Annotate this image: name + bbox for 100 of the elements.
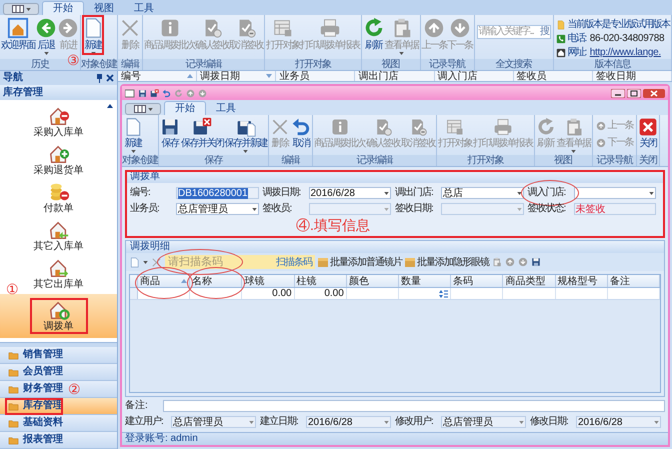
column-header[interactable]: 调拨日期 — [197, 71, 276, 81]
house-icon — [48, 143, 70, 165]
ribbon-group-label: 对象创建 — [122, 155, 158, 166]
nav-item[interactable]: 其它入库单 — [20, 218, 98, 254]
ribbon-button[interactable]: 关闭 — [638, 115, 658, 149]
minimize-icon[interactable] — [611, 88, 625, 98]
ribbon-button[interactable]: 欢迎界面 — [1, 15, 35, 51]
ribbon-button[interactable]: 保存 — [160, 115, 180, 149]
ribbon-tab[interactable]: 工具 — [124, 1, 164, 15]
ribbon-group-label: 记录导航 — [592, 155, 636, 166]
remark-field[interactable] — [163, 400, 665, 412]
close-icon[interactable] — [106, 74, 114, 82]
column-header[interactable]: 颜色 — [346, 275, 400, 287]
nav-item[interactable]: 其它出库单 — [20, 256, 98, 292]
dropdown-field[interactable]: 总店管理员 — [441, 416, 526, 428]
ribbon-button[interactable]: 保存并关闭 — [181, 115, 224, 149]
nav-category[interactable]: 基础资料 — [0, 415, 117, 432]
section-header: 库存管理 — [0, 85, 117, 100]
app-menu-button[interactable] — [125, 103, 161, 115]
cross-icon — [151, 256, 162, 268]
ribbon-button[interactable]: 新建 — [123, 115, 143, 153]
scan-button[interactable]: 扫描条码 — [276, 256, 312, 268]
spinner-icon[interactable] — [439, 290, 448, 298]
refresh-icon — [536, 117, 556, 137]
caret-icon — [90, 52, 96, 55]
nav-category[interactable]: 会员管理 — [0, 364, 117, 381]
search-button[interactable]: 搜 — [540, 26, 550, 38]
printer-icon — [318, 17, 341, 39]
ribbon-tab[interactable]: 开始 — [42, 1, 84, 15]
down-arrow-icon — [518, 257, 528, 267]
ribbon-button[interactable]: 刷新 — [362, 15, 384, 51]
refresh-icon — [362, 17, 384, 39]
ribbon-tab[interactable]: 开始 — [164, 101, 206, 115]
dropdown-field[interactable] — [308, 203, 391, 215]
dropdown-field[interactable]: 总店管理员 — [176, 203, 258, 215]
barcode-field[interactable]: 请扫描条码 扫描条码 — [165, 255, 315, 269]
column-header[interactable]: 签收日期 — [592, 71, 672, 81]
ribbon-button[interactable]: 后退 — [35, 15, 57, 55]
dropdown-field[interactable]: 2016/6/28 — [576, 416, 661, 428]
column-header[interactable]: 柱镜 — [294, 275, 347, 287]
dropdown-field[interactable]: 2016/6/28 — [306, 416, 391, 428]
field-label: 修改用户: — [395, 416, 434, 428]
refresh-icon — [174, 88, 183, 98]
dropdown-field[interactable] — [441, 203, 524, 215]
column-header[interactable]: 备注 — [608, 275, 660, 287]
field-label: 调拨日期: — [262, 187, 300, 198]
down-arrow-icon — [596, 138, 606, 148]
highlight-frame — [30, 298, 88, 334]
caret-icon — [249, 420, 254, 424]
caret-icon — [26, 8, 30, 10]
info-text: 86-020-34809788 — [590, 32, 664, 44]
column-header[interactable]: 球镜 — [242, 275, 295, 287]
toolbar-button[interactable]: 批量添加普通镜片 — [318, 256, 402, 268]
close-icon[interactable] — [643, 88, 665, 98]
ribbon-tab[interactable]: 视图 — [84, 1, 124, 15]
column-header[interactable]: 调出门店 — [355, 71, 435, 81]
nav-category[interactable]: 销售管理 — [0, 347, 117, 364]
pin-icon[interactable] — [96, 74, 103, 82]
nav-category[interactable]: 报表管理 — [0, 432, 117, 449]
column-header[interactable]: 业务员 — [276, 71, 356, 81]
column-header[interactable]: 编号 — [118, 71, 198, 81]
column-header[interactable]: 商品类型 — [503, 275, 556, 287]
column-header[interactable]: 规格型号 — [556, 275, 608, 287]
column-header[interactable]: 签收员 — [514, 71, 593, 81]
house-icon — [48, 257, 70, 279]
column-header[interactable]: 商品 — [138, 275, 190, 287]
field-label: 签收员: — [262, 203, 292, 214]
ribbon-button[interactable]: 保存并新建 — [224, 115, 267, 153]
nav-item[interactable]: 付款单 — [30, 180, 88, 216]
phone-icon — [556, 34, 566, 44]
folder-icon — [8, 418, 19, 428]
website-link[interactable]: http://www.lange. — [590, 46, 661, 58]
column-header[interactable]: 数量 — [399, 275, 452, 287]
nav-item[interactable]: 采购退货单 — [20, 142, 98, 178]
ribbon-group-label: 打开对象 — [437, 155, 534, 166]
section-header: 调拨明细 — [126, 241, 664, 253]
column-header[interactable]: 调入门店 — [434, 71, 514, 81]
dropdown-field[interactable]: 2016/6/28 — [308, 187, 391, 199]
app-menu-button[interactable] — [3, 3, 39, 15]
text-field[interactable]: DB1606280001 — [176, 187, 258, 199]
toolbar-button[interactable]: 批量添加隐形眼镜 — [405, 256, 489, 268]
dropdown-field[interactable] — [574, 187, 656, 199]
document-icon — [129, 256, 140, 268]
dropdown-field[interactable]: 总店 — [441, 187, 524, 199]
text-field[interactable]: 未签收 — [574, 203, 656, 215]
dropdown-field[interactable]: 总店管理员 — [171, 416, 256, 428]
column-header[interactable]: 条码 — [451, 275, 504, 287]
box-icon — [405, 258, 415, 266]
menu-icon — [12, 5, 24, 13]
caret-icon — [44, 52, 48, 55]
search-field[interactable]: 请输入关键字... 搜 — [476, 25, 550, 39]
nav-item[interactable]: 采购入库单 — [20, 104, 98, 140]
ribbon-group-label: 对象创建 — [81, 59, 117, 70]
ribbon-button[interactable]: 新建 — [82, 15, 104, 55]
caret-icon — [516, 192, 522, 194]
maximize-icon[interactable] — [627, 88, 641, 98]
ribbon-tab[interactable]: 工具 — [206, 101, 246, 115]
caret-icon — [148, 108, 152, 110]
scroll-up-icon[interactable] — [107, 104, 113, 108]
ribbon-button[interactable]: 取消 — [291, 115, 311, 149]
